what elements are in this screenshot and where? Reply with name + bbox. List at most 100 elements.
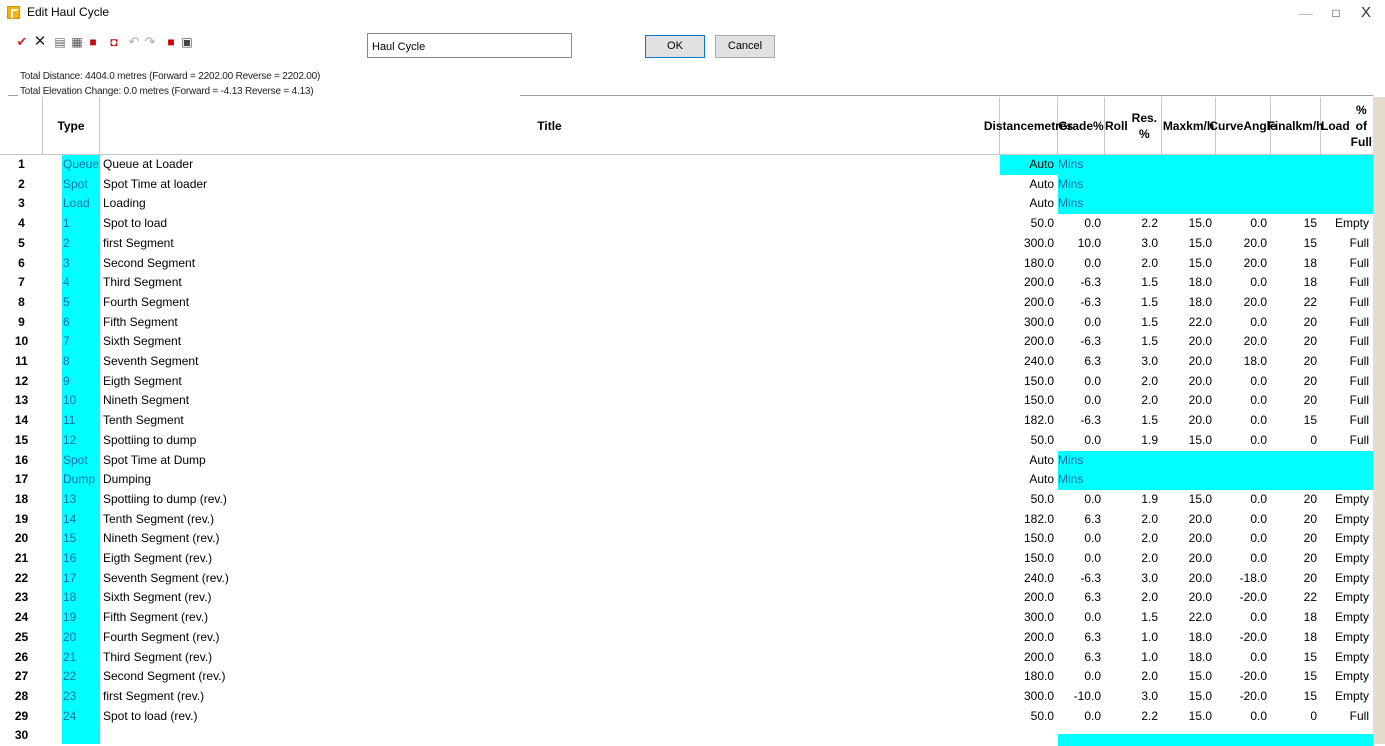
grade-cell[interactable]: 0.0 — [1058, 254, 1105, 274]
final-cell[interactable] — [1271, 194, 1321, 214]
title-cell[interactable]: Fourth Segment — [103, 293, 1000, 313]
load-cell[interactable] — [1321, 175, 1373, 195]
distance-cell[interactable]: Auto — [1000, 470, 1058, 490]
roll-cell[interactable]: 2.0 — [1105, 510, 1162, 530]
table-row[interactable]: 20 15 Nineth Segment (rev.) 150.0 0.0 2.0 20.0… — [0, 529, 1373, 549]
roll-cell[interactable]: 1.5 — [1105, 411, 1162, 431]
table-row[interactable]: 1 Queue Queue at Loader Auto Mins — [0, 155, 1373, 175]
table-row[interactable]: 17 Dump Dumping Auto Mins — [0, 470, 1373, 490]
roll-cell[interactable]: 1.5 — [1105, 293, 1162, 313]
max-cell[interactable]: 18.0 — [1162, 273, 1216, 293]
title-cell[interactable]: Sixth Segment — [103, 332, 1000, 352]
grade-cell[interactable]: 0.0 — [1058, 707, 1105, 727]
title-cell[interactable]: Sixth Segment (rev.) — [103, 588, 1000, 608]
type-cell[interactable]: 4 — [62, 273, 100, 293]
type-cell[interactable]: 21 — [62, 648, 100, 668]
minimize-button[interactable]: — — [1293, 3, 1319, 23]
load-cell[interactable]: Full — [1321, 352, 1373, 372]
title-cell[interactable]: Third Segment (rev.) — [103, 648, 1000, 668]
roll-cell[interactable]: 2.0 — [1105, 254, 1162, 274]
max-cell[interactable]: 20.0 — [1162, 411, 1216, 431]
curve-cell[interactable] — [1216, 451, 1271, 471]
load-cell[interactable]: Empty — [1321, 549, 1373, 569]
grade-cell[interactable]: 0.0 — [1058, 667, 1105, 687]
curve-cell[interactable]: 18.0 — [1216, 352, 1271, 372]
max-cell[interactable]: 20.0 — [1162, 352, 1216, 372]
roll-cell[interactable]: 2.0 — [1105, 549, 1162, 569]
load-cell[interactable]: Full — [1321, 293, 1373, 313]
title-cell[interactable]: first Segment (rev.) — [103, 687, 1000, 707]
distance-cell[interactable]: 300.0 — [1000, 608, 1058, 628]
load-cell[interactable]: Full — [1321, 273, 1373, 293]
table-row[interactable]: 10 7 Sixth Segment 200.0 -6.3 1.5 20.0 20.0 20 Fu… — [0, 332, 1373, 352]
curve-cell[interactable]: 0.0 — [1216, 411, 1271, 431]
table-row[interactable]: 25 20 Fourth Segment (rev.) 200.0 6.3 1.0 18.0… — [0, 628, 1373, 648]
curve-cell[interactable]: 0.0 — [1216, 510, 1271, 530]
load-cell[interactable]: Full — [1321, 431, 1373, 451]
curve-cell[interactable] — [1216, 175, 1271, 195]
curve-cell[interactable]: -20.0 — [1216, 588, 1271, 608]
roll-cell[interactable]: 1.5 — [1105, 313, 1162, 333]
type-cell[interactable]: 12 — [62, 431, 100, 451]
max-cell[interactable] — [1162, 726, 1216, 746]
title-cell[interactable]: Dumping — [103, 470, 1000, 490]
type-cell[interactable]: 19 — [62, 608, 100, 628]
final-cell[interactable]: 20 — [1271, 490, 1321, 510]
final-cell[interactable]: 18 — [1271, 273, 1321, 293]
distance-cell[interactable]: 200.0 — [1000, 293, 1058, 313]
curve-cell[interactable]: 0.0 — [1216, 608, 1271, 628]
table-row[interactable]: 13 10 Nineth Segment 150.0 0.0 2.0 20.0 0.0 20 Fu… — [0, 391, 1373, 411]
undo-icon[interactable]: ↶ — [126, 33, 142, 51]
curve-cell[interactable] — [1216, 194, 1271, 214]
type-cell[interactable]: 15 — [62, 529, 100, 549]
final-cell[interactable]: 20 — [1271, 391, 1321, 411]
roll-cell[interactable]: 1.9 — [1105, 490, 1162, 510]
type-cell[interactable] — [62, 726, 100, 746]
type-cell[interactable]: 18 — [62, 588, 100, 608]
curve-cell[interactable]: 20.0 — [1216, 254, 1271, 274]
type-cell[interactable]: 1 — [62, 214, 100, 234]
roll-cell[interactable]: 1.9 — [1105, 431, 1162, 451]
load-cell[interactable]: Full — [1321, 313, 1373, 333]
curve-cell[interactable]: 20.0 — [1216, 234, 1271, 254]
distance-cell[interactable]: 200.0 — [1000, 273, 1058, 293]
load-cell[interactable]: Empty — [1321, 510, 1373, 530]
curve-cell[interactable] — [1216, 470, 1271, 490]
final-cell[interactable] — [1271, 726, 1321, 746]
table-row[interactable]: 7 4 Third Segment 200.0 -6.3 1.5 18.0 0.0 18 Full — [0, 273, 1373, 293]
roll-cell[interactable]: 1.5 — [1105, 273, 1162, 293]
load-cell[interactable] — [1321, 155, 1373, 175]
table-row[interactable]: 12 9 Eigth Segment 150.0 0.0 2.0 20.0 0.0 20 Full — [0, 372, 1373, 392]
title-cell[interactable]: Fifth Segment — [103, 313, 1000, 333]
table-row[interactable]: 26 21 Third Segment (rev.) 200.0 6.3 1.0 18.0 0… — [0, 648, 1373, 668]
final-cell[interactable]: 20 — [1271, 569, 1321, 589]
final-cell[interactable]: 15 — [1271, 214, 1321, 234]
type-cell[interactable]: Queue — [62, 155, 100, 175]
max-cell[interactable]: 18.0 — [1162, 293, 1216, 313]
max-cell[interactable]: 20.0 — [1162, 569, 1216, 589]
header-roll[interactable]: Roll Res. % — [1105, 97, 1162, 154]
print-icon[interactable]: ▣ — [179, 33, 195, 51]
load-cell[interactable]: Empty — [1321, 648, 1373, 668]
table-row[interactable]: 4 1 Spot to load 50.0 0.0 2.2 15.0 0.0 15 Empty — [0, 214, 1373, 234]
distance-cell[interactable]: Auto — [1000, 194, 1058, 214]
type-cell[interactable]: Dump — [62, 470, 100, 490]
curve-cell[interactable]: 0.0 — [1216, 273, 1271, 293]
title-cell[interactable]: Spot to load (rev.) — [103, 707, 1000, 727]
max-cell[interactable]: 15.0 — [1162, 667, 1216, 687]
final-cell[interactable]: 20 — [1271, 332, 1321, 352]
distance-cell[interactable]: 150.0 — [1000, 372, 1058, 392]
paste-icon[interactable]: ▦ — [69, 33, 85, 51]
max-cell[interactable] — [1162, 194, 1216, 214]
title-cell[interactable] — [103, 726, 1000, 746]
max-cell[interactable]: 22.0 — [1162, 313, 1216, 333]
distance-cell[interactable]: 150.0 — [1000, 529, 1058, 549]
table-row[interactable]: 22 17 Seventh Segment (rev.) 240.0 -6.3 3.0 20… — [0, 569, 1373, 589]
max-cell[interactable]: 20.0 — [1162, 372, 1216, 392]
type-cell[interactable]: 6 — [62, 313, 100, 333]
table-row[interactable]: 8 5 Fourth Segment 200.0 -6.3 1.5 18.0 20.0 22 Fu… — [0, 293, 1373, 313]
final-cell[interactable]: 20 — [1271, 313, 1321, 333]
max-cell[interactable] — [1162, 451, 1216, 471]
final-cell[interactable]: 15 — [1271, 667, 1321, 687]
table-row[interactable]: 9 6 Fifth Segment 300.0 0.0 1.5 22.0 0.0 20 Full — [0, 313, 1373, 333]
